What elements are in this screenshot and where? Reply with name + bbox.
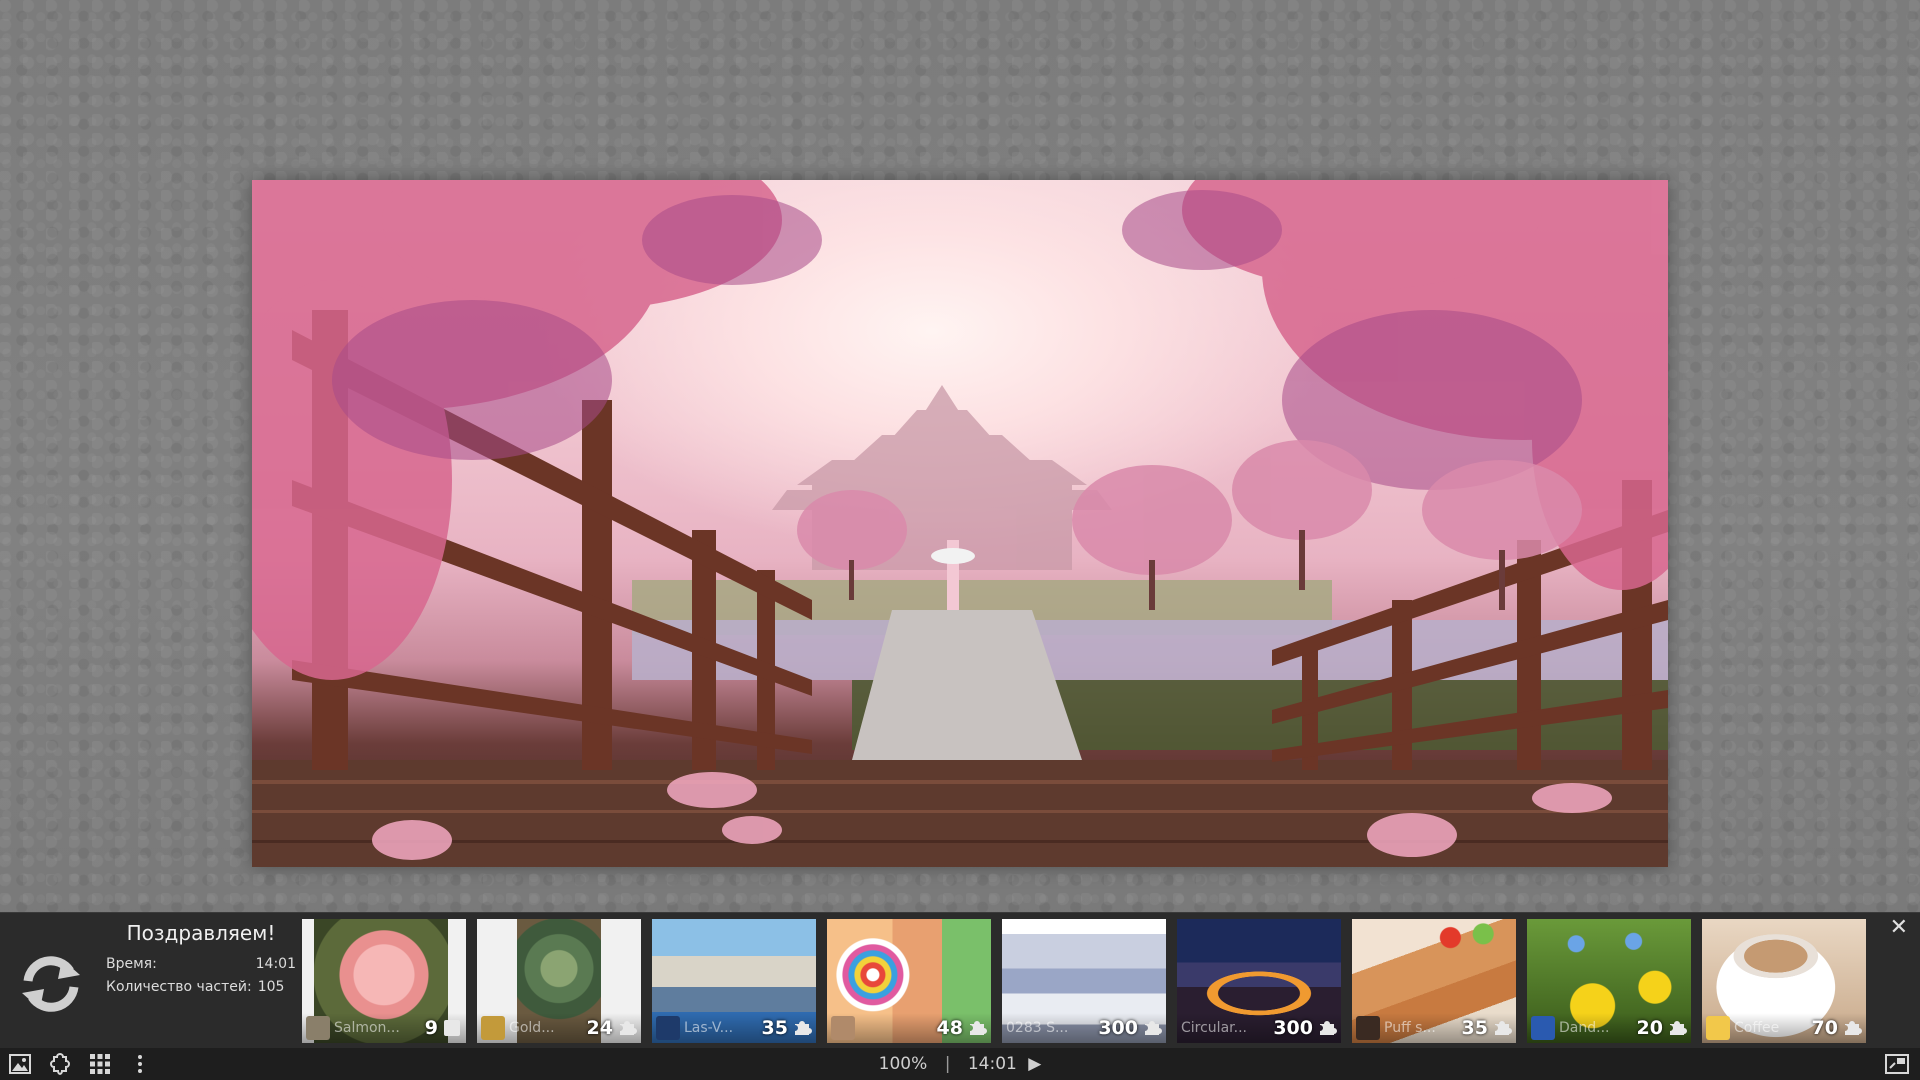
author-avatar xyxy=(1531,1016,1555,1040)
pieces-label: Количество частей: xyxy=(106,979,252,995)
puzzle-thumbnail[interactable]: Las-V... 35 xyxy=(652,919,816,1043)
close-icon: ✕ xyxy=(1889,915,1908,940)
piece-count: 300 xyxy=(1273,1017,1313,1039)
play-icon[interactable]: ▶ xyxy=(1028,1054,1041,1074)
piece-count: 35 xyxy=(761,1017,788,1039)
status-separator: | xyxy=(944,1054,951,1074)
piece-count: 20 xyxy=(1636,1017,1663,1039)
puzzle-scene xyxy=(252,180,1668,867)
puzzle-piece-icon xyxy=(1845,1021,1862,1035)
refresh-icon xyxy=(22,956,80,1012)
puzzle-thumbnail[interactable]: 0283 S... 300 xyxy=(1002,919,1166,1043)
thumbnail-caption: 48 xyxy=(827,1013,991,1043)
piece-count: 24 xyxy=(586,1017,613,1039)
puzzle-piece-icon xyxy=(970,1021,987,1035)
congrats-summary: Поздравляем! Время: 14:01 Количество час… xyxy=(106,921,296,999)
author-avatar xyxy=(481,1016,505,1040)
puzzle-piece-icon xyxy=(1320,1021,1337,1035)
thumbnail-caption: Circular... 300 xyxy=(1177,1013,1341,1043)
thumbnail-title: Coffee xyxy=(1734,1020,1780,1036)
puzzle-thumbnail[interactable]: Dand... 20 xyxy=(1527,919,1691,1043)
puzzle-thumbnail[interactable]: Coffee 70 xyxy=(1702,919,1866,1043)
pieces-value: 105 xyxy=(257,979,285,995)
thumbnail-caption: 0283 S... 300 xyxy=(1002,1013,1166,1043)
time-value: 14:01 xyxy=(255,956,296,972)
close-panel-button[interactable]: ✕ xyxy=(1890,917,1908,939)
thumbnail-title: Dand... xyxy=(1559,1020,1610,1036)
thumbnail-title: Gold... xyxy=(509,1020,555,1036)
puzzle-thumbnail[interactable]: Circular... 300 xyxy=(1177,919,1341,1043)
zoom-level[interactable]: 100% xyxy=(879,1054,928,1074)
author-avatar xyxy=(831,1016,855,1040)
thumbnail-caption: Las-V... 35 xyxy=(652,1013,816,1043)
puzzle-piece-icon xyxy=(620,1021,637,1035)
puzzle-piece-icon xyxy=(1670,1021,1687,1035)
thumbnail-title: Puff s... xyxy=(1384,1020,1436,1036)
puzzle-piece-icon xyxy=(1145,1021,1162,1035)
author-avatar xyxy=(1706,1016,1730,1040)
fullscreen-icon[interactable] xyxy=(1884,1052,1910,1076)
thumbnail-title: 0283 S... xyxy=(1006,1020,1069,1036)
puzzle-thumbnail[interactable]: 48 xyxy=(827,919,991,1043)
piece-count: 35 xyxy=(1461,1017,1488,1039)
time-row: Время: 14:01 xyxy=(106,953,296,976)
thumbnail-caption: Puff s... 35 xyxy=(1352,1013,1516,1043)
thumbnail-title: Las-V... xyxy=(684,1020,734,1036)
thumbnail-caption: Salmon... 9 xyxy=(302,1013,466,1043)
thumbnail-title: Circular... xyxy=(1181,1020,1247,1036)
square-piece-icon xyxy=(444,1020,460,1036)
author-avatar xyxy=(306,1016,330,1040)
puzzle-thumbnail[interactable]: Salmon... 9 xyxy=(302,919,466,1043)
time-label: Время: xyxy=(106,956,157,972)
pieces-row: Количество частей: 105 xyxy=(106,976,296,999)
author-avatar xyxy=(1356,1016,1380,1040)
piece-count: 48 xyxy=(936,1017,963,1039)
thumbnail-title: Salmon... xyxy=(334,1020,400,1036)
author-avatar xyxy=(656,1016,680,1040)
status-info: 100% | 14:01 ▶ xyxy=(0,1054,1920,1074)
puzzle-thumbnail[interactable]: Puff s... 35 xyxy=(1352,919,1516,1043)
puzzle-thumbnail[interactable]: Gold... 24 xyxy=(477,919,641,1043)
refresh-button[interactable] xyxy=(18,953,84,1015)
puzzle-piece-icon xyxy=(795,1021,812,1035)
puzzle-piece-icon xyxy=(1495,1021,1512,1035)
thumbnail-caption: Coffee 70 xyxy=(1702,1013,1866,1043)
timer: 14:01 xyxy=(967,1054,1017,1074)
piece-count: 300 xyxy=(1098,1017,1138,1039)
next-puzzles-list: Salmon... 9 Gold... 24 Las-V... 35 48 02… xyxy=(302,919,1866,1043)
puzzle-image[interactable] xyxy=(252,180,1668,867)
thumbnail-caption: Gold... 24 xyxy=(477,1013,641,1043)
status-bar: 100% | 14:01 ▶ xyxy=(0,1048,1920,1080)
congrats-title: Поздравляем! xyxy=(126,921,276,945)
thumbnail-caption: Dand... 20 xyxy=(1527,1013,1691,1043)
piece-count: 9 xyxy=(424,1017,438,1039)
results-panel: Поздравляем! Время: 14:01 Количество час… xyxy=(0,912,1920,1049)
piece-count: 70 xyxy=(1811,1017,1838,1039)
